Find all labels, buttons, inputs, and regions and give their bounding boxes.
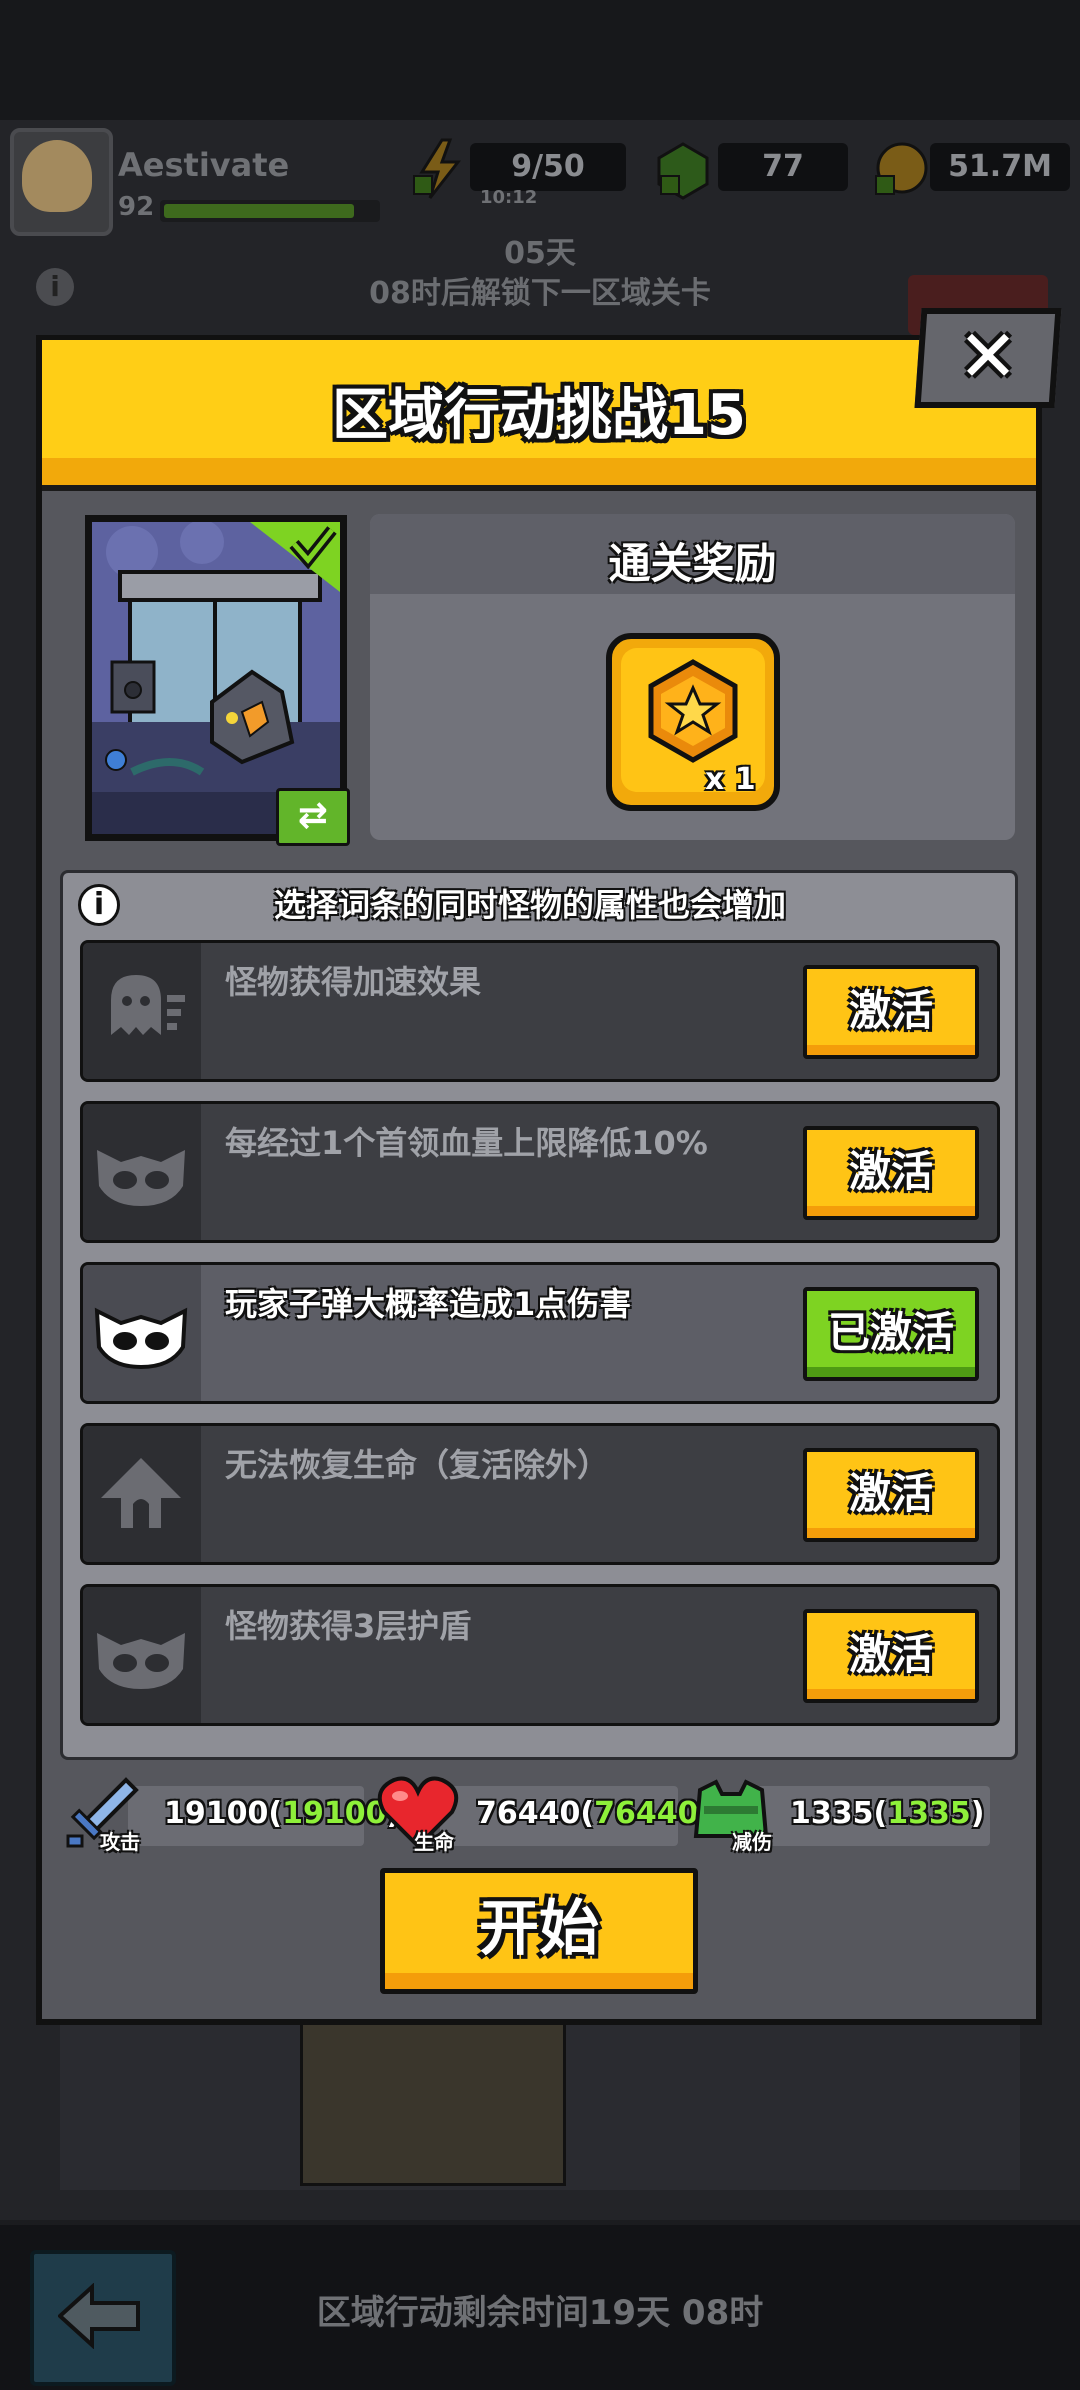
dialog-title: 区域行动挑战15 <box>332 383 746 448</box>
info-icon[interactable]: i <box>78 884 120 926</box>
dialog-header-divider <box>42 485 1036 491</box>
skull-mask-icon <box>94 1307 188 1370</box>
close-icon[interactable]: ✕ <box>918 308 1058 408</box>
coin-value: 51.7M <box>948 149 1052 184</box>
info-icon[interactable]: i <box>36 268 74 306</box>
energy-timer: 10:12 <box>480 187 538 208</box>
gem-icon[interactable] <box>655 140 711 200</box>
activated-button[interactable]: 已激活 <box>803 1287 979 1381</box>
energy-bolt-icon[interactable] <box>412 138 470 200</box>
unlock-countdown-text: 08时后解锁下一区域关卡 <box>369 276 711 311</box>
modifier-row-active: 玩家子弹大概率造成1点伤害 已激活 <box>80 1262 1000 1404</box>
activate-button[interactable]: 激活 <box>803 1448 979 1542</box>
xp-bar-fill <box>164 204 354 218</box>
start-button[interactable]: 开始 <box>380 1868 698 1994</box>
damage-reduction-value: 1335 <box>790 1796 874 1831</box>
attack-bonus: 19100 <box>282 1796 387 1831</box>
unlock-days: 05天 <box>504 236 576 271</box>
top-bar-background <box>0 0 1080 120</box>
background-building <box>300 2020 566 2186</box>
modifier-icon-box <box>83 943 201 1079</box>
coin-icon[interactable] <box>872 140 930 200</box>
hp-value-text: 76440(76440) <box>476 1796 712 1831</box>
avatar-cat-icon <box>22 140 92 212</box>
damage-reduction-value-text: 1335(1335) <box>790 1796 985 1831</box>
modifier-label: 怪物获得加速效果 <box>225 963 482 1001</box>
gem-value: 77 <box>762 149 804 184</box>
reward-quantity: x 1 <box>705 762 756 797</box>
modifier-row: 无法恢复生命（复活除外） 激活 <box>80 1423 1000 1565</box>
modifier-label: 玩家子弹大概率造成1点伤害 <box>225 1285 632 1323</box>
modifier-label: 每经过1个首领血量上限降低10% <box>225 1124 708 1162</box>
cleared-check-icon <box>250 522 340 592</box>
activate-button[interactable]: 激活 <box>803 1609 979 1703</box>
event-remaining-time: 区域行动剩余时间19天 08时 <box>316 2293 764 2333</box>
energy-counter: 9/50 <box>470 143 626 191</box>
modifier-icon-box <box>83 1104 201 1240</box>
modifier-row: 每经过1个首领血量上限降低10% 激活 <box>80 1101 1000 1243</box>
attack-value: 19100 <box>164 1796 269 1831</box>
skull-mask-icon <box>97 1150 185 1206</box>
attack-label: 攻击 <box>100 1830 140 1854</box>
skull-mask-icon <box>97 1633 185 1689</box>
modifier-icon-box <box>83 1587 201 1723</box>
gem-counter: 77 <box>718 143 848 191</box>
dialog-header-shade <box>42 458 1036 485</box>
no-heal-icon <box>101 1458 181 1528</box>
modifier-hint: 选择词条的同时怪物的属性也会增加 <box>273 886 786 924</box>
hp-label: 生命 <box>414 1830 454 1854</box>
modifier-label: 无法恢复生命（复活除外） <box>225 1446 610 1484</box>
modifier-label: 怪物获得3层护盾 <box>225 1607 472 1645</box>
attack-value-text: 19100(19100) <box>164 1796 400 1831</box>
speed-ghost-icon <box>111 975 185 1035</box>
activate-button[interactable]: 激活 <box>803 965 979 1059</box>
hp-value: 76440 <box>476 1796 581 1831</box>
energy-value: 9/50 <box>511 149 585 184</box>
refresh-icon[interactable]: ⇄ <box>276 788 350 846</box>
player-name: Aestivate <box>118 146 290 184</box>
coin-counter: 51.7M <box>930 143 1070 191</box>
hp-bonus: 76440 <box>594 1796 699 1831</box>
activate-button[interactable]: 激活 <box>803 1126 979 1220</box>
modifier-icon-box <box>83 1426 201 1562</box>
reward-title: 通关奖励 <box>608 539 777 588</box>
back-arrow-icon <box>58 2283 140 2349</box>
modifier-icon-box <box>83 1265 201 1401</box>
damage-reduction-label: 减伤 <box>732 1830 772 1854</box>
modifier-row: 怪物获得加速效果 激活 <box>80 940 1000 1082</box>
modifier-row: 怪物获得3层护盾 激活 <box>80 1584 1000 1726</box>
player-level: 92 <box>118 192 155 222</box>
damage-reduction-bonus: 1335 <box>887 1796 971 1831</box>
